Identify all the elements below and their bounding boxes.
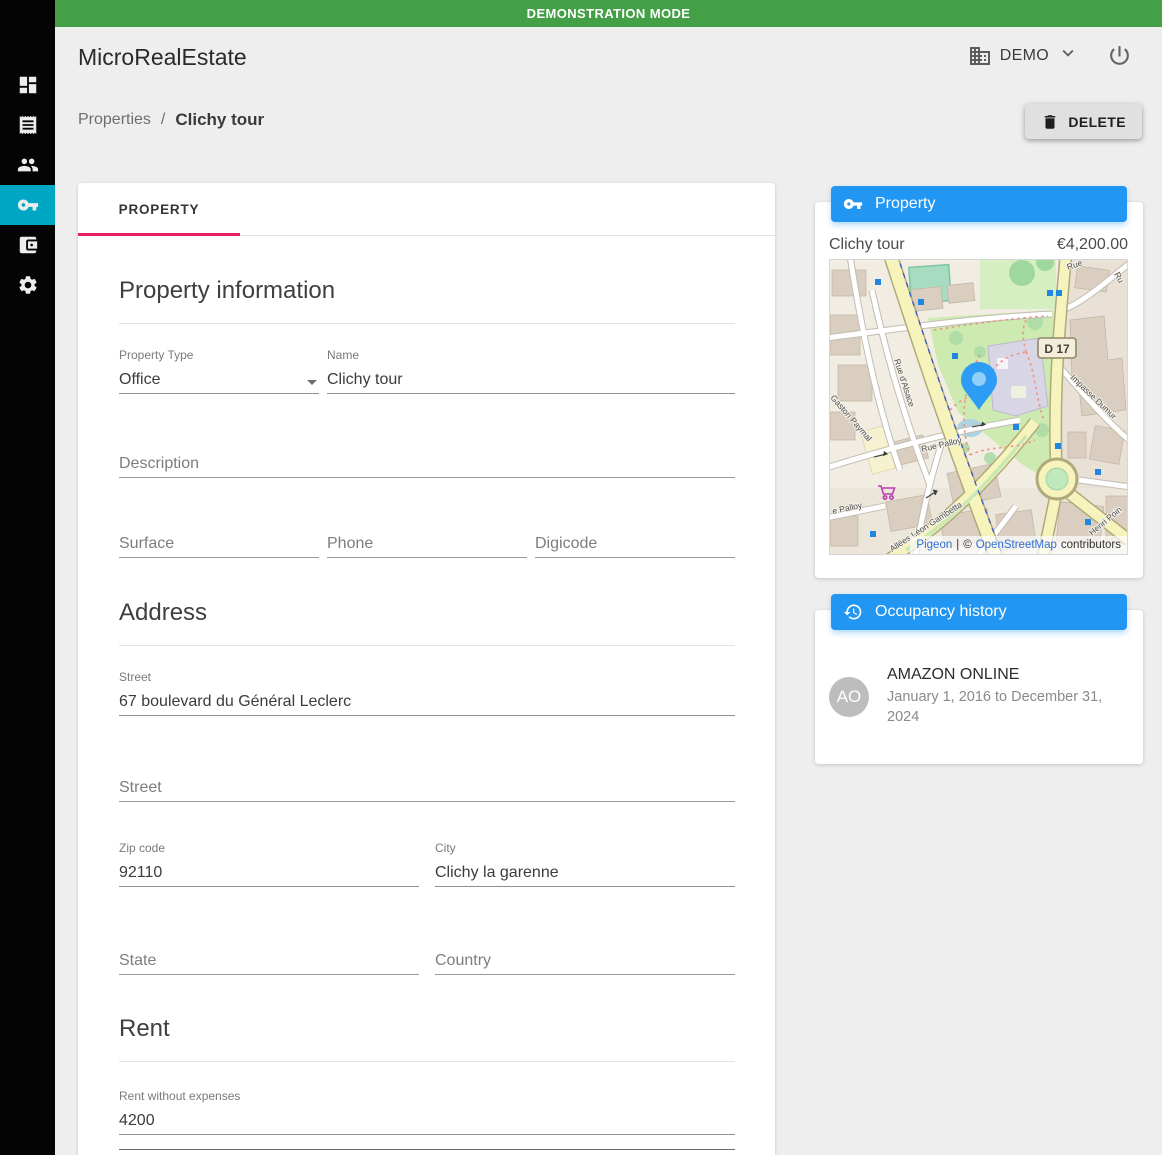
dashboard-icon bbox=[19, 76, 36, 94]
property-card-header-label: Property bbox=[875, 195, 936, 212]
breadcrumb-current: Clichy tour bbox=[175, 110, 265, 129]
breadcrumb-properties-link[interactable]: Properties bbox=[78, 111, 151, 129]
delete-button[interactable]: DELETE bbox=[1025, 104, 1142, 139]
country-field[interactable]: Country bbox=[435, 952, 735, 975]
receipt-icon bbox=[19, 115, 36, 135]
state-field[interactable]: State bbox=[119, 952, 419, 975]
dropdown-arrow-icon bbox=[307, 380, 317, 385]
street2-placeholder: Street bbox=[119, 779, 162, 796]
history-icon bbox=[843, 604, 862, 620]
section-title-address: Address bbox=[119, 599, 208, 626]
key-icon bbox=[843, 199, 863, 209]
chevron-down-icon bbox=[1062, 49, 1074, 57]
road-ref-badge: D 17 bbox=[1037, 337, 1077, 359]
occupancy-card-header: Occupancy history bbox=[831, 594, 1127, 630]
name-label: Name bbox=[327, 348, 360, 362]
city-field[interactable]: City Clichy la garenne bbox=[435, 841, 735, 887]
property-type-value: Office bbox=[119, 371, 161, 388]
app-title: MicroRealEstate bbox=[78, 44, 247, 70]
openstreetmap-link[interactable]: OpenStreetMap bbox=[976, 539, 1057, 551]
sidebar-item-settings[interactable] bbox=[0, 265, 55, 305]
sidebar-item-tenants[interactable] bbox=[0, 145, 55, 185]
zip-code-field[interactable]: Zip code 92110 bbox=[119, 841, 419, 887]
pigeon-link[interactable]: Pigeon bbox=[916, 539, 952, 551]
delete-button-label: DELETE bbox=[1068, 113, 1126, 130]
organization-selector[interactable]: DEMO bbox=[968, 42, 1079, 69]
tenant-avatar: AO bbox=[829, 677, 869, 717]
sidebar-item-dashboard[interactable] bbox=[0, 65, 55, 105]
zip-value: 92110 bbox=[119, 864, 163, 881]
section-divider bbox=[119, 323, 735, 324]
tenant-name: AMAZON ONLINE bbox=[887, 666, 1020, 683]
tab-bar: PROPERTY bbox=[78, 183, 775, 236]
property-type-select[interactable]: Property Type Office bbox=[119, 348, 319, 394]
description-field[interactable]: Description bbox=[119, 455, 735, 478]
property-type-label: Property Type bbox=[119, 348, 194, 362]
property-card-header: Property bbox=[831, 186, 1127, 222]
name-value: Clichy tour bbox=[327, 371, 403, 388]
sidebar-item-properties[interactable] bbox=[0, 185, 55, 225]
phone-field[interactable]: Phone bbox=[327, 535, 527, 558]
sidebar-item-rents[interactable] bbox=[0, 105, 55, 145]
breadcrumb: Properties / Clichy tour bbox=[78, 110, 264, 130]
rent-value: 4200 bbox=[119, 1112, 155, 1129]
name-field[interactable]: Name Clichy tour bbox=[327, 348, 735, 394]
tab-property[interactable]: PROPERTY bbox=[78, 183, 240, 236]
surface-field[interactable]: Surface bbox=[119, 535, 319, 558]
state-placeholder: State bbox=[119, 952, 157, 969]
key-icon bbox=[17, 199, 38, 211]
trash-icon bbox=[1045, 114, 1056, 129]
section-divider bbox=[119, 1061, 735, 1062]
property-map[interactable]: D 17 Rue d'Alsace Rue Palloy Allées Léon… bbox=[829, 259, 1128, 555]
country-placeholder: Country bbox=[435, 952, 492, 969]
street2-field[interactable]: Street bbox=[119, 779, 735, 802]
description-placeholder: Description bbox=[119, 455, 200, 472]
phone-placeholder: Phone bbox=[327, 535, 374, 552]
section-title-rent: Rent bbox=[119, 1015, 170, 1042]
sign-out-button[interactable] bbox=[1107, 43, 1132, 68]
property-form-card: PROPERTY Property information Property T… bbox=[78, 183, 775, 1155]
occupancy-list-item[interactable]: AO AMAZON ONLINE January 1, 2016 to Dece… bbox=[829, 666, 1129, 727]
sidebar bbox=[0, 0, 55, 1155]
city-value: Clichy la garenne bbox=[435, 864, 559, 881]
property-rent-amount: €4,200.00 bbox=[1056, 236, 1128, 253]
tenant-period: January 1, 2016 to December 31, 2024 bbox=[887, 689, 1103, 725]
svg-text:D 17: D 17 bbox=[1044, 342, 1070, 356]
tab-indicator bbox=[78, 233, 240, 236]
map-attribution: Pigeon | © OpenStreetMap contributors bbox=[910, 536, 1127, 554]
street1-value: 67 boulevard du Général Leclerc bbox=[119, 693, 352, 710]
zip-label: Zip code bbox=[119, 841, 166, 855]
organization-building-icon bbox=[969, 46, 990, 65]
property-name: Clichy tour bbox=[829, 236, 905, 253]
city-label: City bbox=[435, 841, 456, 855]
gear-icon bbox=[18, 276, 37, 294]
street1-field[interactable]: Street 67 boulevard du Général Leclerc bbox=[119, 670, 735, 716]
demo-mode-banner: DEMONSTRATION MODE bbox=[55, 0, 1162, 27]
power-icon bbox=[1110, 46, 1129, 65]
breadcrumb-separator: / bbox=[160, 111, 166, 128]
digicode-placeholder: Digicode bbox=[535, 535, 598, 552]
sidebar-item-accounting[interactable] bbox=[0, 225, 55, 265]
section-title-property-information: Property information bbox=[119, 277, 336, 304]
wallet-icon bbox=[19, 236, 37, 254]
next-field-underline bbox=[119, 1149, 735, 1150]
rent-label: Rent without expenses bbox=[119, 1089, 241, 1103]
occupancy-card-header-label: Occupancy history bbox=[875, 603, 1007, 620]
surface-placeholder: Surface bbox=[119, 535, 175, 552]
section-divider bbox=[119, 645, 735, 646]
rent-without-expenses-field[interactable]: Rent without expenses 4200 bbox=[119, 1089, 735, 1135]
street1-label: Street bbox=[119, 670, 152, 684]
organization-name: DEMO bbox=[999, 46, 1049, 64]
people-icon bbox=[17, 158, 38, 172]
digicode-field[interactable]: Digicode bbox=[535, 535, 735, 558]
